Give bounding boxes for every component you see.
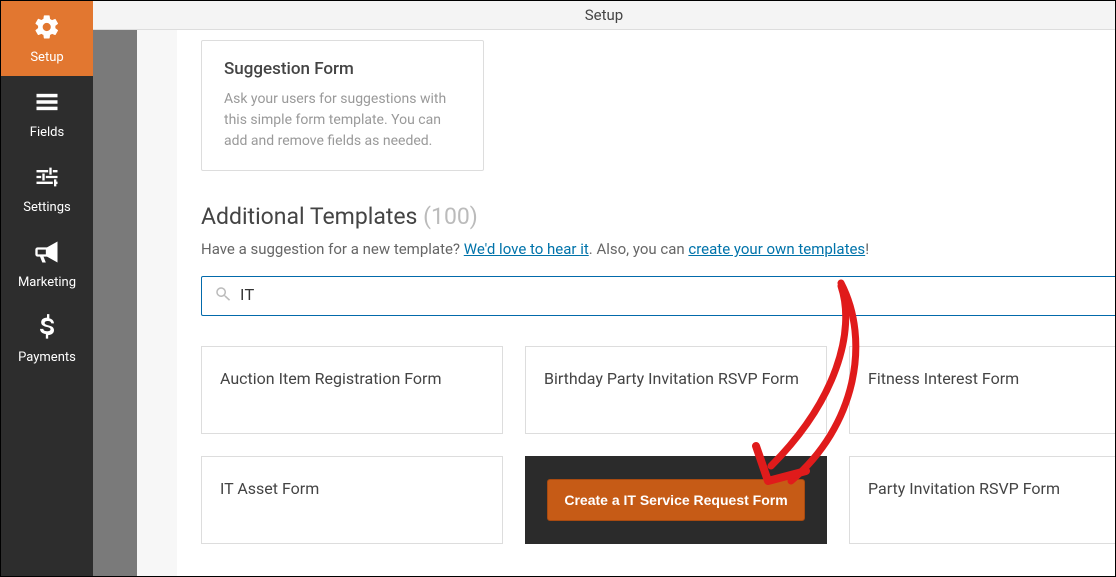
gear-icon bbox=[33, 13, 61, 45]
create-template-link[interactable]: create your own templates bbox=[688, 240, 865, 258]
template-label: Party Invitation RSVP Form bbox=[868, 479, 1060, 498]
template-card-auction[interactable]: Auction Item Registration Form bbox=[201, 346, 503, 434]
sidebar-item-payments[interactable]: Payments bbox=[1, 301, 93, 376]
card-title: Suggestion Form bbox=[224, 59, 461, 79]
megaphone-icon bbox=[33, 238, 61, 270]
search-input[interactable] bbox=[240, 287, 1115, 305]
page-title: Setup bbox=[585, 6, 623, 24]
card-description: Ask your users for suggestions with this… bbox=[224, 89, 461, 152]
content-area: Suggestion Form Ask your users for sugge… bbox=[93, 30, 1115, 576]
additional-templates-heading: Additional Templates (100) bbox=[201, 203, 1095, 230]
suggestion-line: Have a suggestion for a new template? We… bbox=[201, 240, 1095, 258]
template-card-birthday-rsvp[interactable]: Birthday Party Invitation RSVP Form bbox=[525, 346, 827, 434]
section-title-text: Additional Templates bbox=[201, 203, 417, 230]
sidebar-item-setup[interactable]: Setup bbox=[1, 1, 93, 76]
template-label: IT Asset Form bbox=[220, 479, 319, 498]
sidebar-item-label: Setup bbox=[30, 50, 63, 65]
template-label: Auction Item Registration Form bbox=[220, 369, 442, 388]
dollar-icon bbox=[33, 313, 61, 345]
search-box[interactable] bbox=[201, 276, 1115, 316]
sidebar: Setup Fields Settings Marketing Payments bbox=[1, 1, 93, 576]
sidebar-item-label: Marketing bbox=[18, 275, 76, 290]
sidebar-item-settings[interactable]: Settings bbox=[1, 151, 93, 226]
suggestion-form-card[interactable]: Suggestion Form Ask your users for sugge… bbox=[201, 40, 484, 171]
template-label: Birthday Party Invitation RSVP Form bbox=[544, 369, 799, 388]
sliders-icon bbox=[33, 163, 61, 195]
suggestion-suffix: ! bbox=[865, 240, 869, 258]
feedback-link[interactable]: We'd love to hear it bbox=[464, 240, 589, 258]
template-grid: Auction Item Registration Form Birthday … bbox=[201, 346, 1115, 544]
sidebar-item-marketing[interactable]: Marketing bbox=[1, 226, 93, 301]
list-icon bbox=[33, 88, 61, 120]
sidebar-item-label: Fields bbox=[30, 125, 64, 140]
sidebar-item-label: Settings bbox=[23, 200, 70, 215]
sidebar-item-label: Payments bbox=[18, 350, 76, 365]
template-label: Fitness Interest Form bbox=[868, 369, 1019, 388]
content-gutter bbox=[93, 30, 137, 576]
create-template-button[interactable]: Create a IT Service Request Form bbox=[547, 479, 804, 521]
template-card-it-asset[interactable]: IT Asset Form bbox=[201, 456, 503, 544]
template-card-it-service-request[interactable]: Create a IT Service Request Form bbox=[525, 456, 827, 544]
suggestion-mid: . Also, you can bbox=[589, 240, 689, 258]
suggestion-prefix: Have a suggestion for a new template? bbox=[201, 240, 464, 258]
page-header: Setup bbox=[93, 1, 1115, 30]
template-card-party-rsvp[interactable]: Party Invitation RSVP Form bbox=[849, 456, 1115, 544]
main-panel: Suggestion Form Ask your users for sugge… bbox=[177, 30, 1115, 576]
templates-count: (100) bbox=[423, 203, 478, 230]
search-icon bbox=[214, 285, 232, 307]
sidebar-item-fields[interactable]: Fields bbox=[1, 76, 93, 151]
template-card-fitness[interactable]: Fitness Interest Form bbox=[849, 346, 1115, 434]
